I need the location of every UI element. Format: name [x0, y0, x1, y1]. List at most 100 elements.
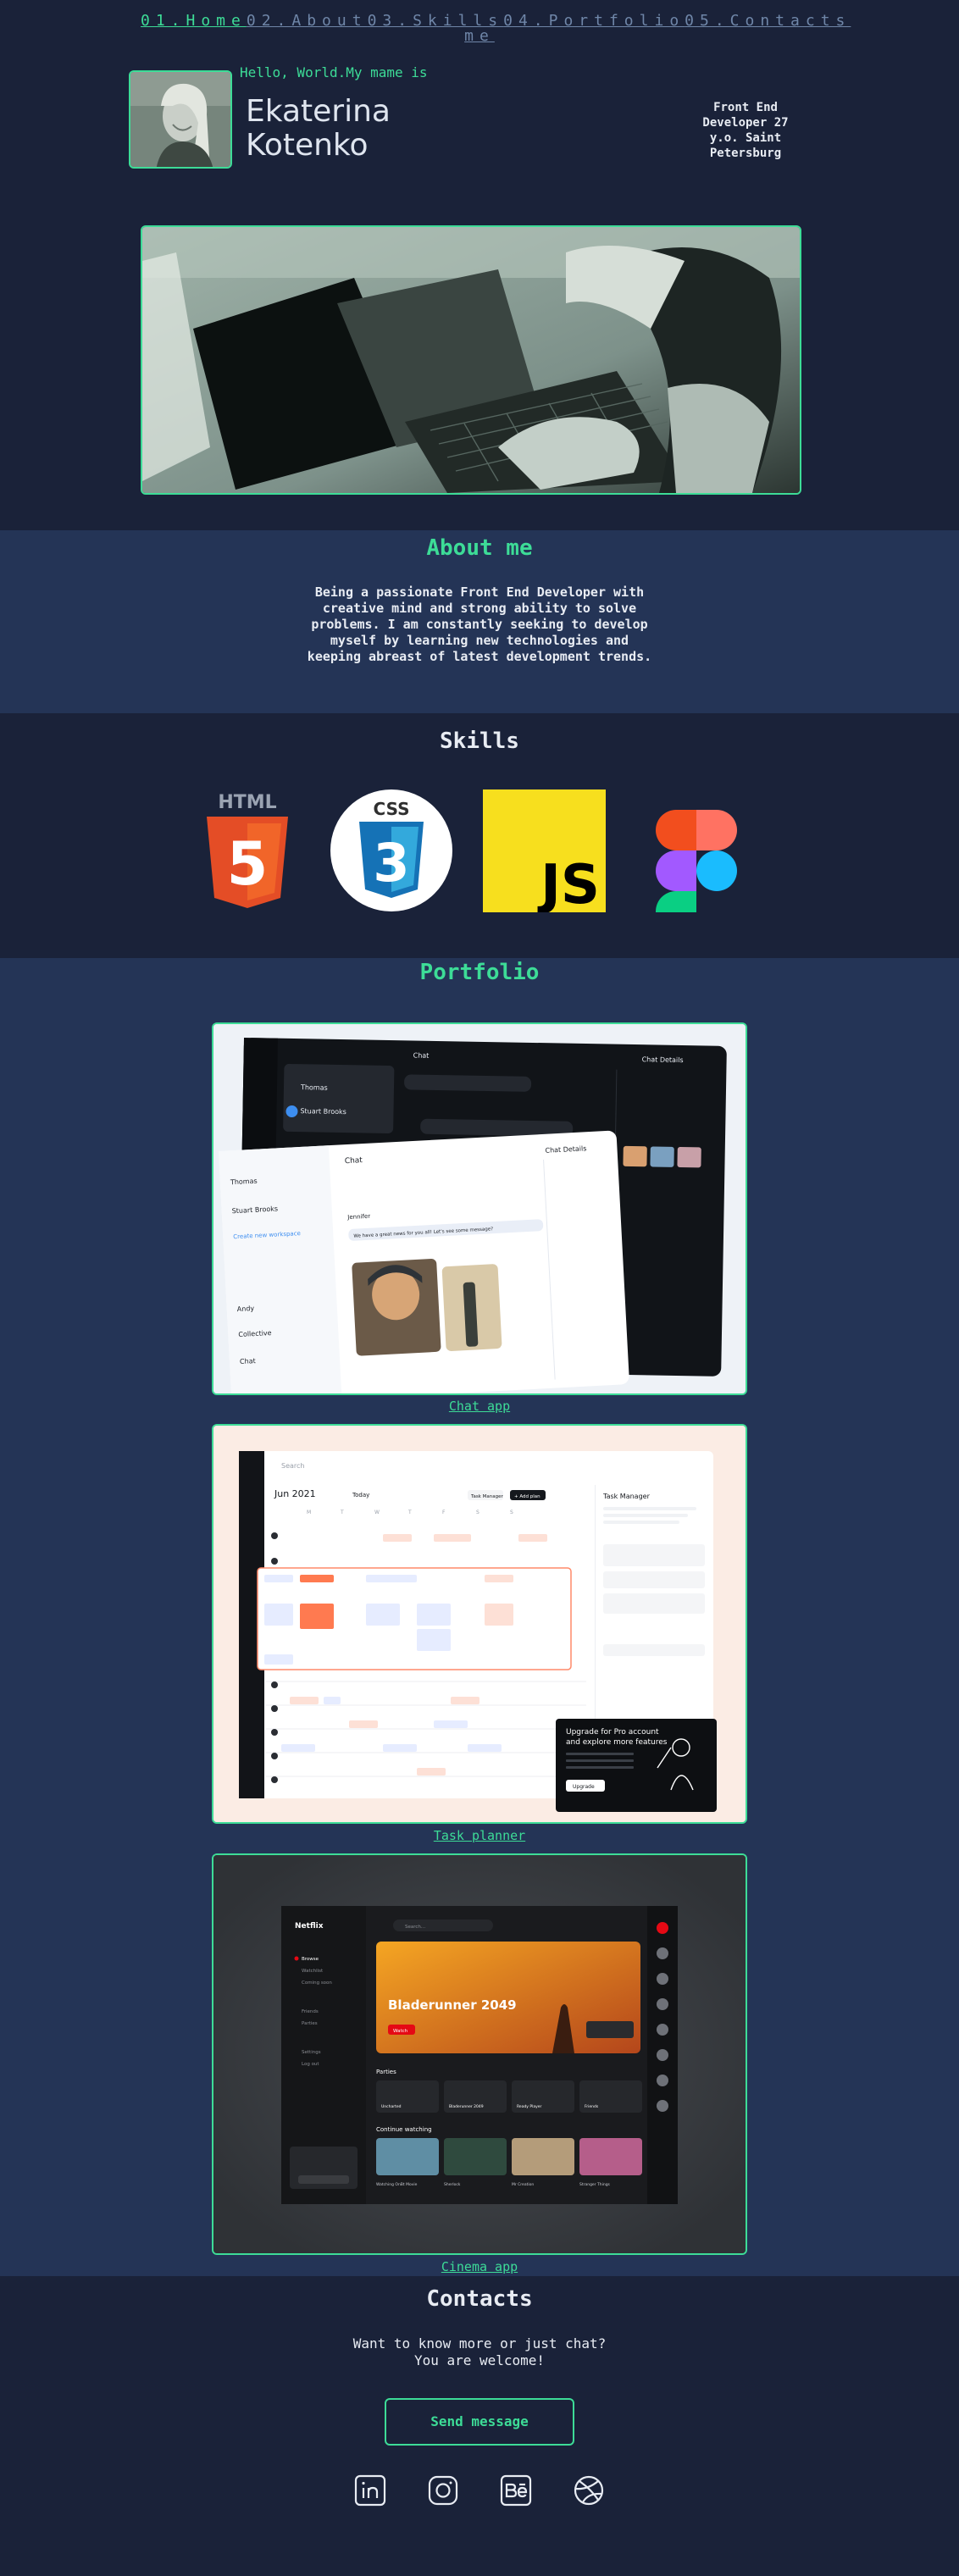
portfolio-title: Portfolio: [419, 960, 540, 985]
chat-app-link[interactable]: Chat app: [0, 1399, 959, 1414]
chat-app-screenshot: Thomas Stuart Brooks Chat Chat Details T…: [213, 1024, 746, 1393]
css3-icon: CSS 3: [330, 789, 453, 912]
contacts-line: Want to know more or just chat?: [352, 2335, 607, 2352]
planner-day: F: [442, 1510, 446, 1515]
planner-day: S: [476, 1510, 480, 1515]
role-line: Front End: [713, 101, 778, 114]
hero-section: Hello, World.My mame is Ekaterina Kotenk…: [0, 47, 959, 530]
nav-portfolio-link[interactable]: 04.Portfolio: [503, 12, 685, 30]
nav-home-link[interactable]: 01.Home: [141, 12, 247, 30]
cinema-menu-item: Parties: [302, 2021, 318, 2026]
skills-section: Skills HTML 5 CSS 3 JS: [0, 713, 959, 958]
cinema-menu-item: Settings: [302, 2050, 321, 2055]
cinema-app-link[interactable]: Cinema app: [0, 2259, 959, 2274]
cinema-party-item: Bladerunner 2049: [449, 2104, 484, 2109]
planner-day: T: [407, 1510, 412, 1515]
cinema-parties: Parties: [376, 2069, 396, 2075]
chat-header: Chat: [345, 1156, 363, 1166]
linkedin-icon[interactable]: [354, 2474, 386, 2507]
javascript-icon: JS: [483, 789, 606, 917]
chat-sender: Jennifer: [346, 1213, 370, 1221]
instagram-icon[interactable]: [427, 2474, 459, 2507]
social-links: [0, 2474, 959, 2507]
behance-icon[interactable]: [500, 2474, 532, 2507]
cinema-party-item: Ready Player: [517, 2104, 542, 2109]
planner-add: + Add plan: [514, 1494, 540, 1499]
cinema-search: Search...: [405, 1925, 425, 1930]
cinema-party-item: Friends: [585, 2104, 599, 2109]
js-label: JS: [537, 854, 600, 912]
cinema-continue-item: Watching OnBt Movie: [376, 2182, 418, 2187]
about-line: creative mind and strong ability to solv…: [322, 601, 637, 616]
role-line: Developer 27: [702, 116, 789, 130]
planner-day: T: [340, 1510, 344, 1515]
about-text: Being a passionate Front End Developer w…: [289, 584, 670, 665]
cinema-watch-button: Watch: [393, 2029, 408, 2034]
skills-list: HTML 5 CSS 3 JS: [0, 789, 959, 942]
portrait-image: [130, 72, 230, 167]
planner-task-manager: Task Manager: [470, 1494, 503, 1499]
last-name: Kotenko: [246, 128, 369, 163]
cinema-app-preview[interactable]: Netflix Browse Watchlist Coming soon Fri…: [212, 1853, 747, 2255]
contacts-text: Want to know more or just chat? You are …: [0, 2335, 959, 2369]
skills-title: Skills: [440, 728, 519, 754]
top-nav: 01.Home02.About03.Skills04.Portfolio05.C…: [0, 0, 959, 47]
planner-day: S: [510, 1510, 513, 1515]
task-planner-link[interactable]: Task planner: [0, 1828, 959, 1843]
contacts-section: Contacts Want to know more or just chat?…: [0, 2276, 959, 2576]
promo-line: and explore more features: [566, 1738, 668, 1747]
promo-button: Upgrade: [573, 1784, 595, 1790]
chat-contact: Andy: [237, 1305, 255, 1313]
chat-header: Chat: [413, 1051, 430, 1059]
planner-day: M: [307, 1510, 311, 1515]
about-line: myself by learning new technologies and: [330, 633, 629, 648]
cinema-continue-item: Mr Creation: [512, 2182, 534, 2187]
chat-app-preview[interactable]: Thomas Stuart Brooks Chat Chat Details T…: [212, 1022, 747, 1395]
about-line: Being a passionate Front End Developer w…: [314, 584, 645, 600]
cinema-menu-item: Coming soon: [302, 1980, 332, 1986]
laptop-photo: [142, 227, 800, 493]
contacts-line: You are welcome!: [413, 2352, 546, 2368]
first-name: Ekaterina: [246, 94, 391, 129]
task-planner-preview[interactable]: Search Jun 2021 Today Task Manager + Add…: [212, 1424, 747, 1824]
planner-search: Search: [281, 1462, 304, 1470]
chat-contact: Thomas: [300, 1083, 328, 1092]
dribbble-icon[interactable]: [573, 2474, 605, 2507]
planner-day: W: [374, 1510, 380, 1515]
cinema-menu-item: Log out: [302, 2062, 319, 2067]
planner-month: Jun 2021: [274, 1488, 316, 1499]
chat-details: Chat Details: [642, 1055, 684, 1064]
html-mark: 5: [227, 829, 269, 899]
about-title: About me: [426, 535, 533, 561]
cinema-brand: Netflix: [295, 1922, 324, 1931]
chat-contact: Thomas: [230, 1177, 258, 1187]
css-label: CSS: [374, 799, 410, 819]
send-message-button[interactable]: Send message: [385, 2398, 574, 2446]
greeting-text: Hello, World.My mame is: [240, 64, 428, 80]
cinema-movie-title: Bladerunner 2049: [388, 1997, 517, 2013]
nav-links: 01.Home02.About03.Skills04.Portfolio05.C…: [141, 12, 845, 47]
role-line: Petersburg: [709, 147, 782, 160]
cinema-continue-item: Stranger Things: [579, 2182, 611, 2187]
role-line: y.o. Saint: [709, 131, 782, 145]
about-line: problems. I am constantly seeking to dev…: [311, 617, 648, 632]
nav-about-link[interactable]: 02.About: [247, 12, 368, 30]
promo-line: Upgrade for Pro account: [566, 1728, 659, 1737]
cinema-continue-item: Sherlock: [444, 2182, 461, 2187]
figma-icon: [644, 789, 767, 932]
cinema-party-item: Uncharted: [381, 2104, 402, 2109]
chat-contact: Chat: [240, 1357, 256, 1366]
css-mark: 3: [373, 832, 409, 894]
cinema-menu-item: Browse: [302, 1957, 319, 1962]
html5-icon: HTML 5: [186, 789, 309, 912]
html-label: HTML: [218, 792, 276, 813]
cinema-menu-item: Watchlist: [302, 1969, 324, 1974]
about-line: keeping abreast of latest development tr…: [307, 649, 652, 664]
planner-panel-title: Task Manager: [602, 1493, 651, 1500]
cinema-app-screenshot: Netflix Browse Watchlist Coming soon Fri…: [213, 1855, 746, 2253]
contacts-title: Contacts: [426, 2286, 533, 2312]
hero-laptop-image: [141, 225, 801, 495]
avatar: [129, 70, 232, 169]
task-planner-screenshot: Search Jun 2021 Today Task Manager + Add…: [213, 1426, 746, 1822]
chat-contact: Stuart Brooks: [300, 1107, 346, 1116]
